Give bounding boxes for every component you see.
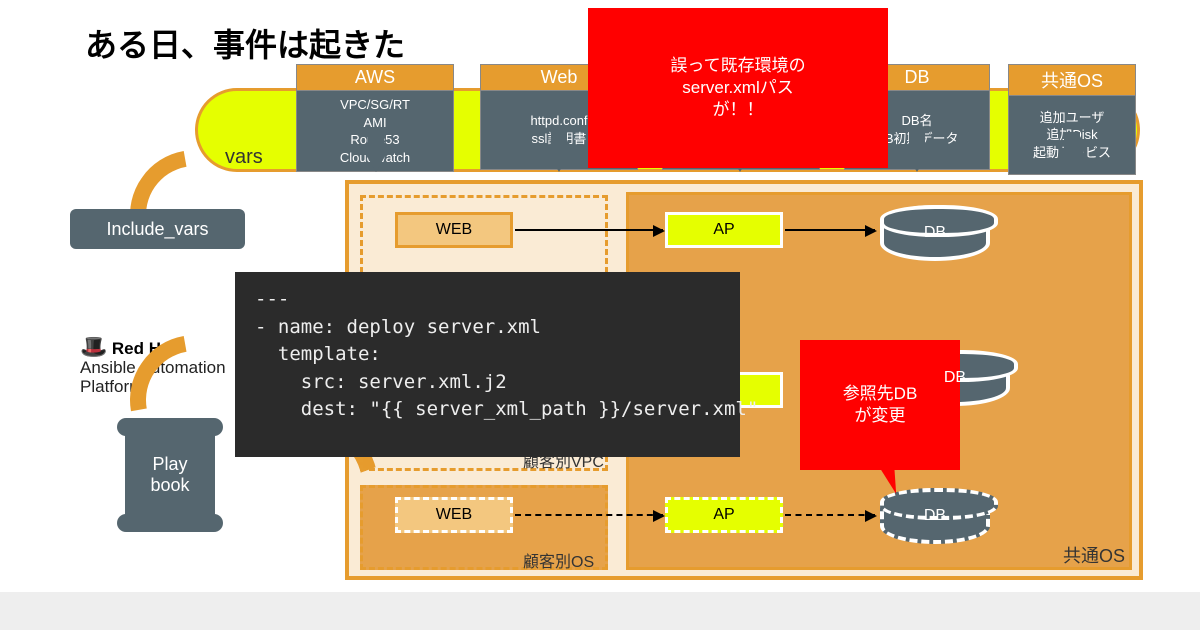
arrow-down-icon <box>1058 148 1086 172</box>
code-snippet: --- - name: deploy server.xml template: … <box>235 272 740 457</box>
arrow-down-icon <box>545 148 573 172</box>
ap-node-new: AP <box>665 497 783 533</box>
burst-callout-main: 誤って既存環境のserver.xmlパスが！！ <box>588 8 888 168</box>
db-node-new: DB <box>880 488 990 544</box>
hat-icon: 🎩 <box>80 334 107 359</box>
burst-callout-db: 参照先DBが変更 <box>800 340 960 470</box>
db-node: DB <box>880 205 990 261</box>
arrow-right-dashed-icon <box>515 514 663 516</box>
arrow-right-dashed-icon <box>785 514 875 516</box>
customer-os-label: 顧客別OS <box>523 548 594 572</box>
slide-title: ある日、事件は起きた <box>85 20 405 66</box>
arrow-down-icon <box>903 148 931 172</box>
arrow-right-icon <box>785 229 875 231</box>
include-vars-box: Include_vars <box>70 209 245 249</box>
arrow-right-icon <box>515 229 663 231</box>
web-node: WEB <box>395 212 513 248</box>
ap-node: AP <box>665 212 783 248</box>
web-node-new: WEB <box>395 497 513 533</box>
common-os-label: 共通OS <box>1063 542 1125 568</box>
playbook-scroll: Playbook <box>125 430 215 520</box>
arrow-down-icon <box>362 148 390 172</box>
slide-footer <box>0 592 1200 630</box>
